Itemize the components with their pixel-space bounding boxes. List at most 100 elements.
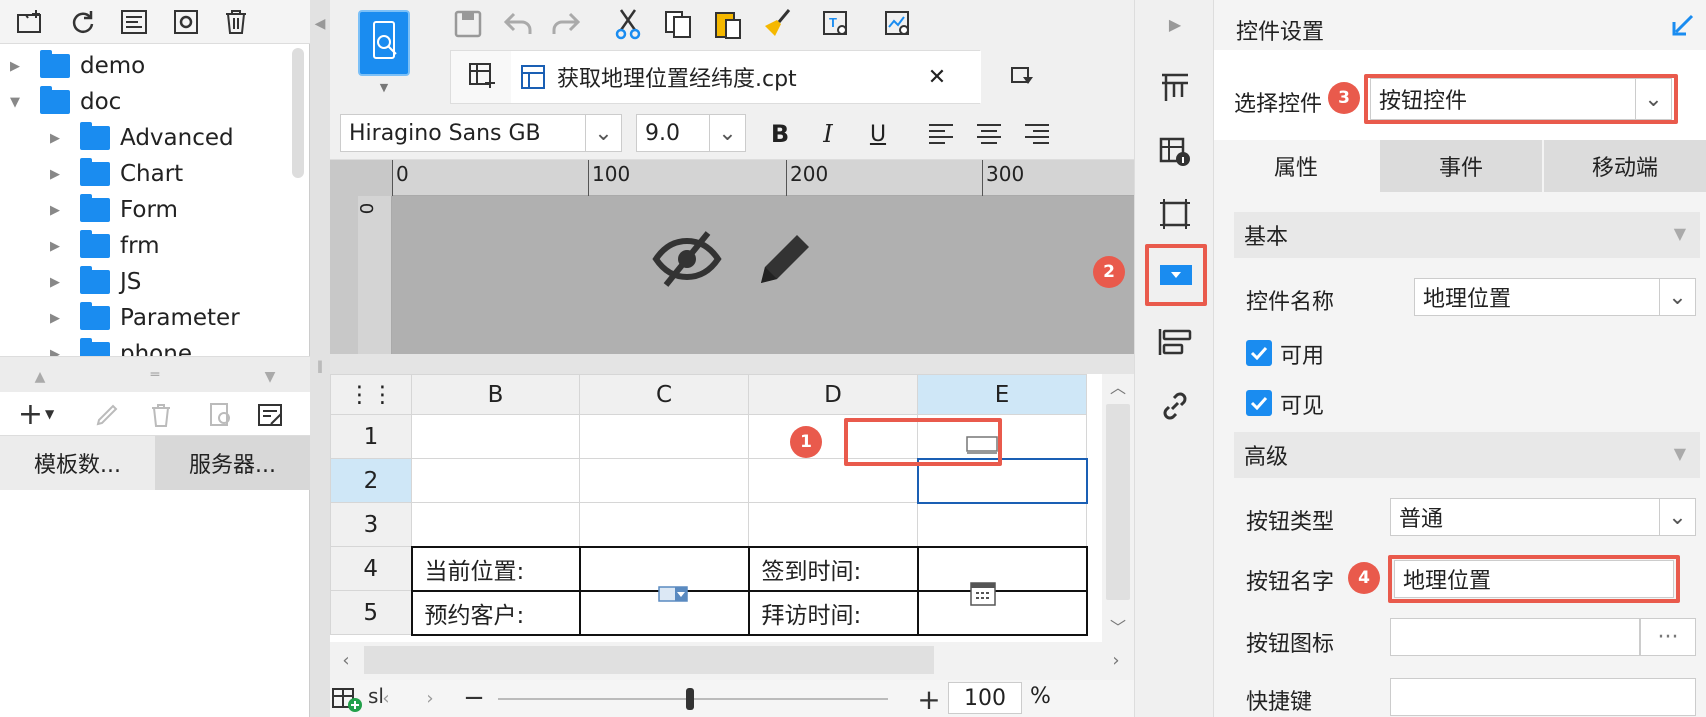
add-sheet-icon[interactable] [330, 684, 364, 714]
chevron-right-icon[interactable]: ▶ [50, 203, 64, 218]
button-icon-input[interactable] [1390, 618, 1640, 656]
row-header[interactable]: 4 [330, 546, 412, 591]
tab-server[interactable]: 服务器... [155, 436, 310, 490]
prev-sheet-icon[interactable]: ‹ [376, 688, 396, 709]
hotkey-input[interactable] [1390, 678, 1696, 716]
tree-item-parameter[interactable]: ▶ Parameter [50, 300, 240, 336]
tree-item-advanced[interactable]: ▶ Advanced [50, 120, 234, 156]
chevron-down-icon[interactable]: ▼ [374, 80, 394, 94]
more-button[interactable]: ··· [1640, 618, 1696, 656]
chevron-down-icon[interactable]: ⌄ [1659, 499, 1695, 535]
column-header-selected[interactable]: E [917, 374, 1087, 415]
chevron-down-icon[interactable]: ▼ [10, 95, 24, 110]
cell-checkin-time-label[interactable]: 签到时间: [747, 545, 919, 592]
zoom-in-icon[interactable]: + [916, 683, 942, 716]
cell-customer-label[interactable]: 预约客户: [410, 589, 581, 636]
align-right-icon[interactable] [1020, 116, 1054, 152]
copy-icon[interactable] [660, 6, 696, 42]
close-icon[interactable]: ✕ [923, 63, 951, 91]
parameter-canvas[interactable] [392, 196, 1134, 354]
panel-divider[interactable]: ▲ ═ ▼ [0, 356, 310, 392]
scroll-left-icon[interactable]: ‹ [336, 650, 356, 671]
text-search-icon[interactable]: T [818, 6, 854, 42]
settings-icon[interactable] [170, 6, 202, 38]
edit-icon[interactable] [92, 400, 122, 430]
next-sheet-icon[interactable]: › [420, 688, 440, 709]
cell[interactable] [579, 502, 749, 547]
mobile-design-button[interactable] [358, 10, 410, 76]
redo-icon[interactable] [548, 6, 584, 42]
edit-dataset-icon[interactable] [256, 400, 286, 430]
condition-attribute-icon[interactable] [1155, 322, 1195, 362]
tab-template-data[interactable]: 模板数... [0, 436, 155, 490]
chevron-down-icon[interactable]: ⌄ [709, 115, 745, 151]
expand-right-icon[interactable]: ▶ [1165, 12, 1185, 36]
chevron-right-icon[interactable]: ▶ [50, 347, 64, 357]
chevron-right-icon[interactable]: ▶ [50, 167, 64, 182]
align-left-icon[interactable] [924, 116, 958, 152]
column-header[interactable]: C [579, 374, 749, 415]
underline-icon[interactable]: U [860, 116, 896, 152]
file-tab[interactable]: 获取地理位置经纬度.cpt ✕ [511, 51, 981, 103]
tree-scrollbar[interactable] [292, 48, 304, 178]
cell[interactable] [917, 502, 1087, 547]
cell[interactable] [411, 458, 580, 503]
align-center-icon[interactable] [972, 116, 1006, 152]
row-header[interactable]: 5 [330, 590, 412, 635]
font-family-select[interactable]: Hiragino Sans GB ⌄ [340, 114, 622, 152]
zoom-input[interactable]: 100 [948, 682, 1022, 714]
cell[interactable] [411, 414, 580, 459]
cut-icon[interactable] [610, 6, 646, 42]
drag-handle-icon[interactable]: ‖ [312, 358, 328, 374]
italic-icon[interactable]: I [810, 116, 846, 152]
section-advanced[interactable]: 高级 ▼ [1234, 432, 1700, 478]
preview-icon[interactable] [206, 400, 236, 430]
scroll-down-icon[interactable]: ﹀ [1108, 616, 1128, 637]
collapse-left-icon[interactable]: ◀ [312, 12, 328, 36]
font-size-select[interactable]: 9.0 ⌄ [636, 114, 746, 152]
undo-icon[interactable] [500, 6, 536, 42]
tree-item-js[interactable]: ▶ JS [50, 264, 141, 300]
refresh-icon[interactable] [66, 6, 98, 38]
tree-item-demo[interactable]: ▶ demo [10, 48, 145, 84]
collapse-up-icon[interactable]: ▲ [28, 369, 52, 385]
hidden-eye-icon[interactable] [650, 226, 724, 292]
collapse-panel-icon[interactable] [1668, 10, 1698, 40]
widget-settings-icon[interactable] [1157, 256, 1195, 294]
hyperlink-icon[interactable] [1155, 386, 1195, 426]
row-header[interactable]: 3 [330, 502, 412, 547]
section-basic[interactable]: 基本 ▼ [1234, 212, 1700, 258]
pencil-icon[interactable] [750, 224, 820, 294]
collapse-down-icon[interactable]: ▼ [258, 369, 282, 385]
select-all-corner[interactable]: ⋮⋮ [330, 374, 412, 415]
new-folder-icon[interactable] [14, 6, 46, 38]
row-header[interactable]: 1 [330, 414, 412, 459]
horizontal-scrollbar[interactable]: ‹ › [330, 642, 1134, 680]
cell[interactable] [579, 414, 749, 459]
frame-icon[interactable] [1155, 194, 1195, 234]
scroll-up-icon[interactable]: ︿ [1108, 376, 1128, 397]
drag-handle-icon[interactable]: ═ [143, 367, 167, 383]
tree-item-phone[interactable]: ▶ phone [50, 336, 310, 356]
delete-icon[interactable] [146, 400, 176, 430]
chevron-right-icon[interactable]: ▶ [10, 59, 24, 74]
panel-menu-icon[interactable] [1006, 60, 1038, 92]
chevron-right-icon[interactable]: ▶ [50, 275, 64, 290]
cell[interactable] [916, 545, 1088, 592]
tree-item-form[interactable]: ▶ Form [50, 192, 178, 228]
visible-checkbox[interactable] [1246, 390, 1272, 416]
template-icon[interactable] [118, 6, 150, 38]
tab-mobile[interactable]: 移动端 [1544, 140, 1706, 192]
cell-visit-time-label[interactable]: 拜访时间: [747, 589, 919, 636]
delete-icon[interactable] [220, 6, 252, 38]
cell[interactable] [579, 458, 749, 503]
chevron-down-icon[interactable]: ⌄ [1659, 279, 1695, 315]
chevron-right-icon[interactable]: ▶ [50, 131, 64, 146]
cell-info-icon[interactable] [1155, 132, 1195, 172]
add-icon[interactable]: + ▼ [14, 397, 58, 432]
tab-events[interactable]: 事件 [1380, 140, 1542, 192]
bold-icon[interactable]: B [762, 116, 798, 152]
splitter[interactable]: ◀ ‖ [310, 0, 330, 717]
cell-current-location-label[interactable]: 当前位置: [410, 545, 581, 592]
row-header-selected[interactable]: 2 [330, 458, 412, 503]
